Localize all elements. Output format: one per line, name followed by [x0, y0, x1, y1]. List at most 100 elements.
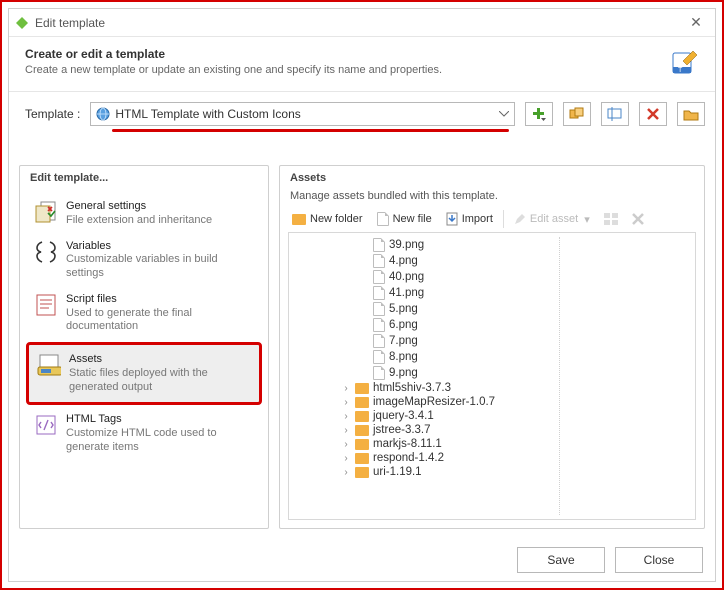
folder-icon	[355, 453, 369, 464]
sidebar-item-variables[interactable]: VariablesCustomizable variables in build…	[28, 234, 260, 287]
file-node[interactable]: 40.png	[359, 270, 691, 284]
diamond-icon	[15, 16, 29, 30]
file-name: 39.png	[389, 239, 424, 251]
close-button-footer[interactable]: Close	[615, 547, 703, 573]
footer: Save Close	[517, 547, 703, 573]
expand-icon[interactable]: ›	[341, 467, 351, 478]
file-name: 40.png	[389, 271, 424, 283]
header-subtitle: Create a new template or update an exist…	[25, 64, 669, 76]
file-icon	[373, 270, 385, 284]
sidebar-item-sub: File extension and inheritance	[66, 214, 212, 228]
sidebar-item-assets[interactable]: AssetsStatic files deployed with the gen…	[26, 342, 262, 405]
svg-text:T: T	[678, 67, 683, 74]
asset-tree[interactable]: 39.png 4.png 40.png 41.png 5.png 6.png 7.png 8.…	[288, 232, 696, 520]
sidebar-item-title: Assets	[69, 353, 251, 367]
folder-name: html5shiv-3.7.3	[373, 382, 451, 394]
left-panel: Edit template... General settingsFile ex…	[19, 165, 269, 529]
folder-name: uri-1.19.1	[373, 466, 422, 478]
rename-template-button[interactable]	[601, 102, 629, 126]
template-edit-icon: T	[669, 47, 699, 77]
folder-name: imageMapResizer-1.0.7	[373, 396, 495, 408]
file-name: 9.png	[389, 367, 418, 379]
layout-button[interactable]	[598, 211, 624, 227]
right-panel-subtitle: Manage assets bundled with this template…	[280, 190, 704, 208]
copy-template-button[interactable]	[563, 102, 591, 126]
highlight-underline	[112, 129, 509, 132]
file-icon	[373, 254, 385, 268]
right-panel: Assets Manage assets bundled with this t…	[279, 165, 705, 529]
sidebar-item-html-tags[interactable]: HTML TagsCustomize HTML code used to gen…	[28, 407, 260, 460]
folder-node[interactable]: › markjs-8.11.1	[341, 438, 691, 450]
sidebar-item-sub: Static files deployed with the generated…	[69, 367, 251, 395]
file-node[interactable]: 8.png	[359, 350, 691, 364]
expand-icon[interactable]: ›	[341, 383, 351, 394]
template-select[interactable]: HTML Template with Custom Icons	[90, 102, 515, 126]
folder-node[interactable]: › html5shiv-3.7.3	[341, 382, 691, 394]
dialog-title: Edit template	[35, 16, 105, 30]
sidebar-item-general-settings[interactable]: General settingsFile extension and inher…	[28, 194, 260, 234]
file-icon	[373, 334, 385, 348]
file-name: 6.png	[389, 319, 418, 331]
new-folder-button[interactable]: New folder	[286, 211, 369, 227]
save-button[interactable]: Save	[517, 547, 605, 573]
sidebar-item-icon	[34, 240, 58, 264]
titlebar: Edit template ✕	[9, 9, 715, 37]
expand-icon[interactable]: ›	[341, 425, 351, 436]
expand-icon[interactable]: ›	[341, 411, 351, 422]
template-row: Template : HTML Template with Custom Ico…	[9, 92, 715, 130]
sidebar-item-title: Script files	[66, 293, 254, 307]
sidebar-item-sub: Customizable variables in build settings	[66, 253, 254, 281]
file-node[interactable]: 41.png	[359, 286, 691, 300]
left-panel-title: Edit template...	[20, 166, 268, 190]
file-node[interactable]: 7.png	[359, 334, 691, 348]
sidebar-item-icon	[34, 200, 58, 224]
sidebar-item-icon	[34, 293, 58, 317]
file-node[interactable]: 5.png	[359, 302, 691, 316]
file-node[interactable]: 9.png	[359, 366, 691, 380]
new-file-button[interactable]: New file	[371, 210, 438, 228]
file-name: 5.png	[389, 303, 418, 315]
import-button[interactable]: Import	[440, 210, 499, 228]
close-button[interactable]: ✕	[683, 13, 709, 33]
file-name: 8.png	[389, 351, 418, 363]
header: Create or edit a template Create a new t…	[9, 37, 715, 92]
folder-icon	[355, 467, 369, 478]
file-icon	[373, 350, 385, 364]
open-folder-button[interactable]	[677, 102, 705, 126]
expand-icon[interactable]: ›	[341, 439, 351, 450]
file-name: 4.png	[389, 255, 418, 267]
folder-node[interactable]: › uri-1.19.1	[341, 466, 691, 478]
sidebar-item-sub: Customize HTML code used to generate ite…	[66, 427, 254, 455]
add-template-button[interactable]	[525, 102, 553, 126]
pencil-icon	[514, 213, 526, 225]
right-panel-title: Assets	[280, 166, 704, 190]
folder-name: jstree-3.3.7	[373, 424, 431, 436]
edit-asset-button[interactable]: Edit asset▾	[508, 211, 596, 228]
file-icon	[373, 302, 385, 316]
folder-node[interactable]: › jstree-3.3.7	[341, 424, 691, 436]
folder-node[interactable]: › respond-1.4.2	[341, 452, 691, 464]
sidebar-item-script-files[interactable]: Script filesUsed to generate the final d…	[28, 287, 260, 340]
file-icon	[373, 366, 385, 380]
file-icon	[373, 318, 385, 332]
delete-asset-button[interactable]	[626, 211, 650, 227]
folder-name: respond-1.4.2	[373, 452, 444, 464]
delete-template-button[interactable]	[639, 102, 667, 126]
chevron-down-icon	[499, 111, 509, 117]
folder-name: markjs-8.11.1	[373, 438, 442, 450]
file-node[interactable]: 4.png	[359, 254, 691, 268]
folder-icon	[355, 383, 369, 394]
folder-icon	[355, 411, 369, 422]
folder-name: jquery-3.4.1	[373, 410, 434, 422]
file-node[interactable]: 6.png	[359, 318, 691, 332]
dialog: Edit template ✕ Create or edit a templat…	[8, 8, 716, 582]
folder-node[interactable]: › imageMapResizer-1.0.7	[341, 396, 691, 408]
expand-icon[interactable]: ›	[341, 397, 351, 408]
file-icon	[377, 212, 389, 226]
sidebar-item-title: General settings	[66, 200, 212, 214]
sidebar-item-title: HTML Tags	[66, 413, 254, 427]
folder-node[interactable]: › jquery-3.4.1	[341, 410, 691, 422]
file-node[interactable]: 39.png	[359, 238, 691, 252]
sidebar-item-sub: Used to generate the final documentation	[66, 307, 254, 335]
expand-icon[interactable]: ›	[341, 453, 351, 464]
